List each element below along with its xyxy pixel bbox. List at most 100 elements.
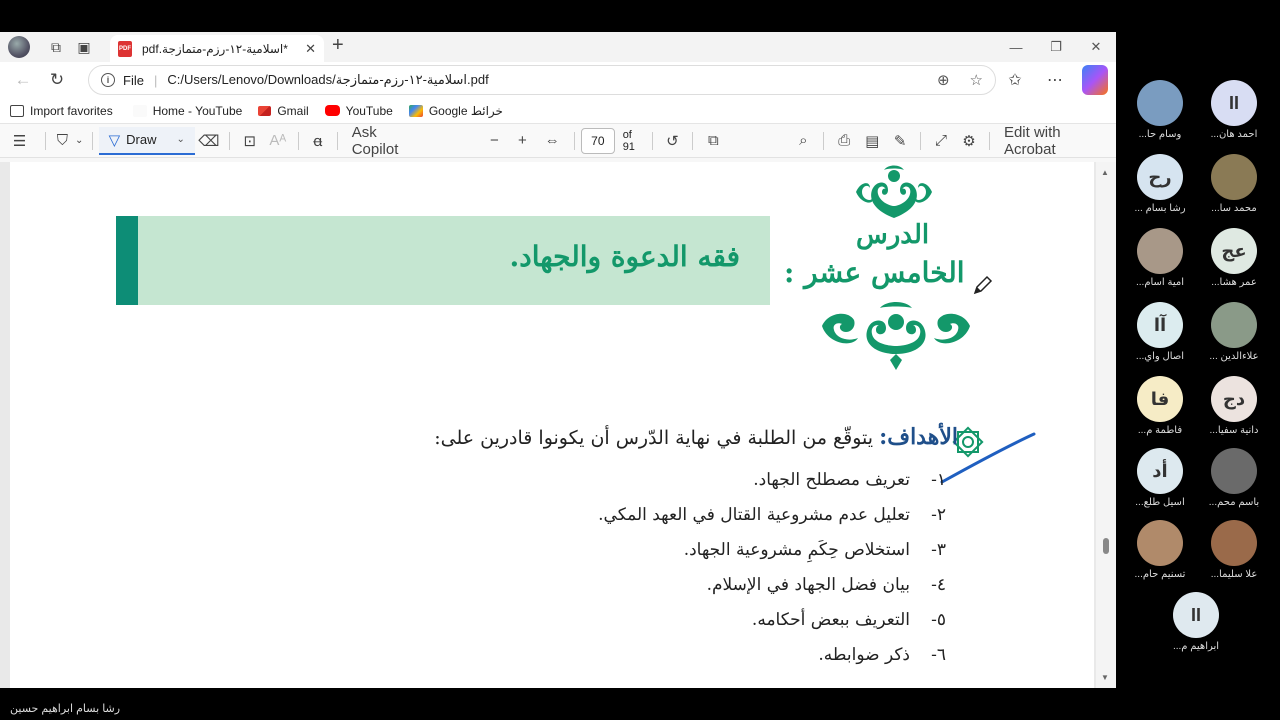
favorite-home-youtube[interactable]: Home - YouTube bbox=[132, 104, 242, 118]
participant-tile[interactable]: أد اسيل طلع... bbox=[1128, 448, 1192, 508]
participant-tile[interactable]: II احمد هان... bbox=[1202, 80, 1266, 140]
divider bbox=[336, 131, 338, 150]
participant-tile[interactable]: علا سليما... bbox=[1202, 520, 1266, 580]
goal-item-6: ٦- ذكر ضوابطه. bbox=[818, 645, 946, 665]
participant-tile[interactable]: رح رشا بسام ... bbox=[1128, 154, 1192, 214]
scrollbar-thumb[interactable] bbox=[1103, 538, 1109, 554]
goal-item-4: ٤- بيان فضل الجهاد في الإسلام. bbox=[707, 575, 946, 595]
favorite-import[interactable]: Import favorites bbox=[10, 104, 113, 118]
goals-list: ١- تعريف مصطلح الجهاد. ٢- تعليل عدم مشروعي… bbox=[346, 162, 946, 688]
copilot-logo bbox=[1082, 65, 1108, 95]
ask-copilot-button[interactable]: Ask Copilot bbox=[344, 124, 431, 158]
avatar bbox=[1137, 520, 1183, 566]
draw-button[interactable]: ▽ Draw ⌄ bbox=[98, 126, 195, 155]
maps-icon bbox=[408, 104, 423, 117]
eraser-icon[interactable]: ⌫ bbox=[195, 126, 223, 156]
page-total: of 91 bbox=[622, 128, 635, 153]
import-icon bbox=[10, 104, 24, 117]
goal-number: ٣- bbox=[931, 540, 946, 560]
participant-tile[interactable]: وسام حا... bbox=[1128, 80, 1192, 140]
favorite-youtube[interactable]: YouTube bbox=[324, 103, 393, 118]
print-icon[interactable]: ⎙ bbox=[830, 126, 858, 156]
tab-close-icon[interactable]: ✕ bbox=[305, 41, 316, 57]
pdf-scrollbar[interactable]: ▲ ▼ bbox=[1096, 162, 1116, 688]
participant-name: عمر هشا... bbox=[1211, 277, 1257, 288]
favorites-icon[interactable]: ✩ bbox=[1002, 65, 1028, 95]
participant-tile[interactable]: آا اصال واي... bbox=[1128, 302, 1192, 362]
goal-item-1: ١- تعريف مصطلح الجهاد. bbox=[753, 470, 946, 490]
fit-page-icon[interactable]: ⇔ bbox=[536, 126, 568, 156]
highlight-dropdown-icon[interactable]: ⌄ bbox=[73, 126, 86, 156]
favorite-star-icon[interactable]: ☆ bbox=[970, 71, 983, 89]
divider bbox=[920, 131, 922, 150]
page-view-icon[interactable]: ⧉ bbox=[699, 126, 727, 156]
goal-text: بيان فضل الجهاد في الإسلام. bbox=[706, 575, 910, 595]
participant-tile[interactable]: امية اسام... bbox=[1128, 228, 1192, 288]
goal-number: ٦- bbox=[931, 645, 946, 665]
tab-actions-icon[interactable]: ▣ bbox=[70, 33, 98, 61]
pdf-viewer: الدرس الخامس عشر : فقه الدعوة والجهاد. ا… bbox=[0, 162, 1116, 688]
highlight-icon[interactable]: ⛉ bbox=[52, 126, 73, 156]
url-field[interactable]: i File | C:/Users/Lenovo/Downloads/اسلام… bbox=[88, 65, 996, 95]
divider bbox=[228, 131, 230, 150]
participant-name: وسام حا... bbox=[1138, 129, 1182, 140]
settings-gear-icon[interactable]: ⚙ bbox=[955, 126, 983, 156]
profile-avatar[interactable] bbox=[8, 36, 30, 58]
avatar: أد bbox=[1137, 448, 1183, 494]
search-icon[interactable]: ⌕ bbox=[789, 126, 817, 156]
participant-tile[interactable]: عج عمر هشا... bbox=[1202, 228, 1266, 288]
save-icon[interactable]: ▤ bbox=[858, 126, 886, 156]
favorite-label: YouTube bbox=[345, 103, 393, 118]
favorite-gmail[interactable]: Gmail bbox=[258, 104, 309, 118]
pencil-cursor-icon bbox=[973, 275, 993, 295]
pdf-page: الدرس الخامس عشر : فقه الدعوة والجهاد. ا… bbox=[10, 162, 1094, 688]
edit-with-acrobat-button[interactable]: Edit with Acrobat bbox=[996, 124, 1116, 158]
participant-name: علا سليما... bbox=[1210, 569, 1258, 580]
url-path: C:/Users/Lenovo/Downloads/اسلامية-١٢-رزم… bbox=[167, 72, 489, 87]
gmail-icon bbox=[258, 105, 272, 116]
info-icon[interactable]: i bbox=[101, 73, 115, 87]
copilot-icon[interactable] bbox=[1082, 65, 1108, 95]
back-button[interactable]: ← bbox=[6, 65, 40, 95]
draw-label: Draw bbox=[126, 132, 157, 147]
avatar: فا bbox=[1137, 376, 1183, 422]
contents-icon[interactable]: ☰ bbox=[0, 126, 39, 156]
zoom-icon[interactable]: ⊕ bbox=[937, 71, 950, 89]
new-tab-button[interactable]: + bbox=[332, 34, 344, 57]
workspaces-icon[interactable]: ⧉ bbox=[42, 33, 70, 61]
rotate-icon[interactable]: ↺ bbox=[658, 126, 686, 156]
goal-text: التعريف ببعض أحكامه. bbox=[751, 610, 910, 630]
close-window-button[interactable]: ✕ bbox=[1076, 32, 1116, 62]
participant-tile[interactable]: تسنيم حام... bbox=[1128, 520, 1192, 580]
draw-dropdown-icon[interactable]: ⌄ bbox=[176, 134, 184, 145]
scroll-down-icon[interactable]: ▼ bbox=[1101, 673, 1109, 682]
translate-icon[interactable]: ꬰ bbox=[305, 126, 331, 156]
restore-button[interactable]: ❐ bbox=[1036, 32, 1076, 62]
participant-name: اسيل طلع... bbox=[1135, 497, 1185, 508]
participant-tile[interactable]: II ابراهيم م... bbox=[1164, 592, 1228, 652]
goal-item-5: ٥- التعريف ببعض أحكامه. bbox=[752, 610, 946, 630]
tab-active[interactable]: PDF *اسلامية-١٢-رزم-متمازجة.pdf ✕ bbox=[110, 35, 324, 62]
text-box-icon[interactable]: ⊡ bbox=[236, 126, 264, 156]
scroll-up-icon[interactable]: ▲ bbox=[1101, 168, 1109, 177]
fullscreen-icon[interactable]: ⤢ bbox=[927, 126, 955, 156]
goal-number: ٤- bbox=[931, 575, 946, 595]
save-as-icon[interactable]: ✎ bbox=[886, 126, 914, 156]
participant-tile[interactable]: علاءالدين ... bbox=[1202, 302, 1266, 362]
youtube-icon bbox=[324, 105, 340, 116]
participant-name: علاءالدين ... bbox=[1209, 351, 1259, 362]
participant-tile[interactable]: دج دانية سفيا... bbox=[1202, 376, 1266, 436]
more-menu-icon[interactable]: ⋯ bbox=[1042, 65, 1068, 95]
divider bbox=[574, 131, 575, 150]
refresh-button[interactable]: ↻ bbox=[40, 65, 74, 95]
window-controls: — ❐ ✕ bbox=[996, 32, 1116, 62]
participant-tile[interactable]: باسم محم... bbox=[1202, 448, 1266, 508]
participant-tile[interactable]: فا فاطمة م... bbox=[1128, 376, 1192, 436]
zoom-in-icon[interactable]: + bbox=[508, 126, 536, 156]
page-number-input[interactable]: 70 bbox=[581, 127, 615, 154]
minimize-button[interactable]: — bbox=[996, 32, 1036, 62]
read-aloud-icon[interactable]: Aᴬ bbox=[264, 126, 292, 156]
participant-tile[interactable]: محمد سا... bbox=[1202, 154, 1266, 214]
favorite-google-maps[interactable]: Google خرائط bbox=[408, 104, 503, 118]
zoom-out-icon[interactable]: − bbox=[480, 126, 508, 156]
